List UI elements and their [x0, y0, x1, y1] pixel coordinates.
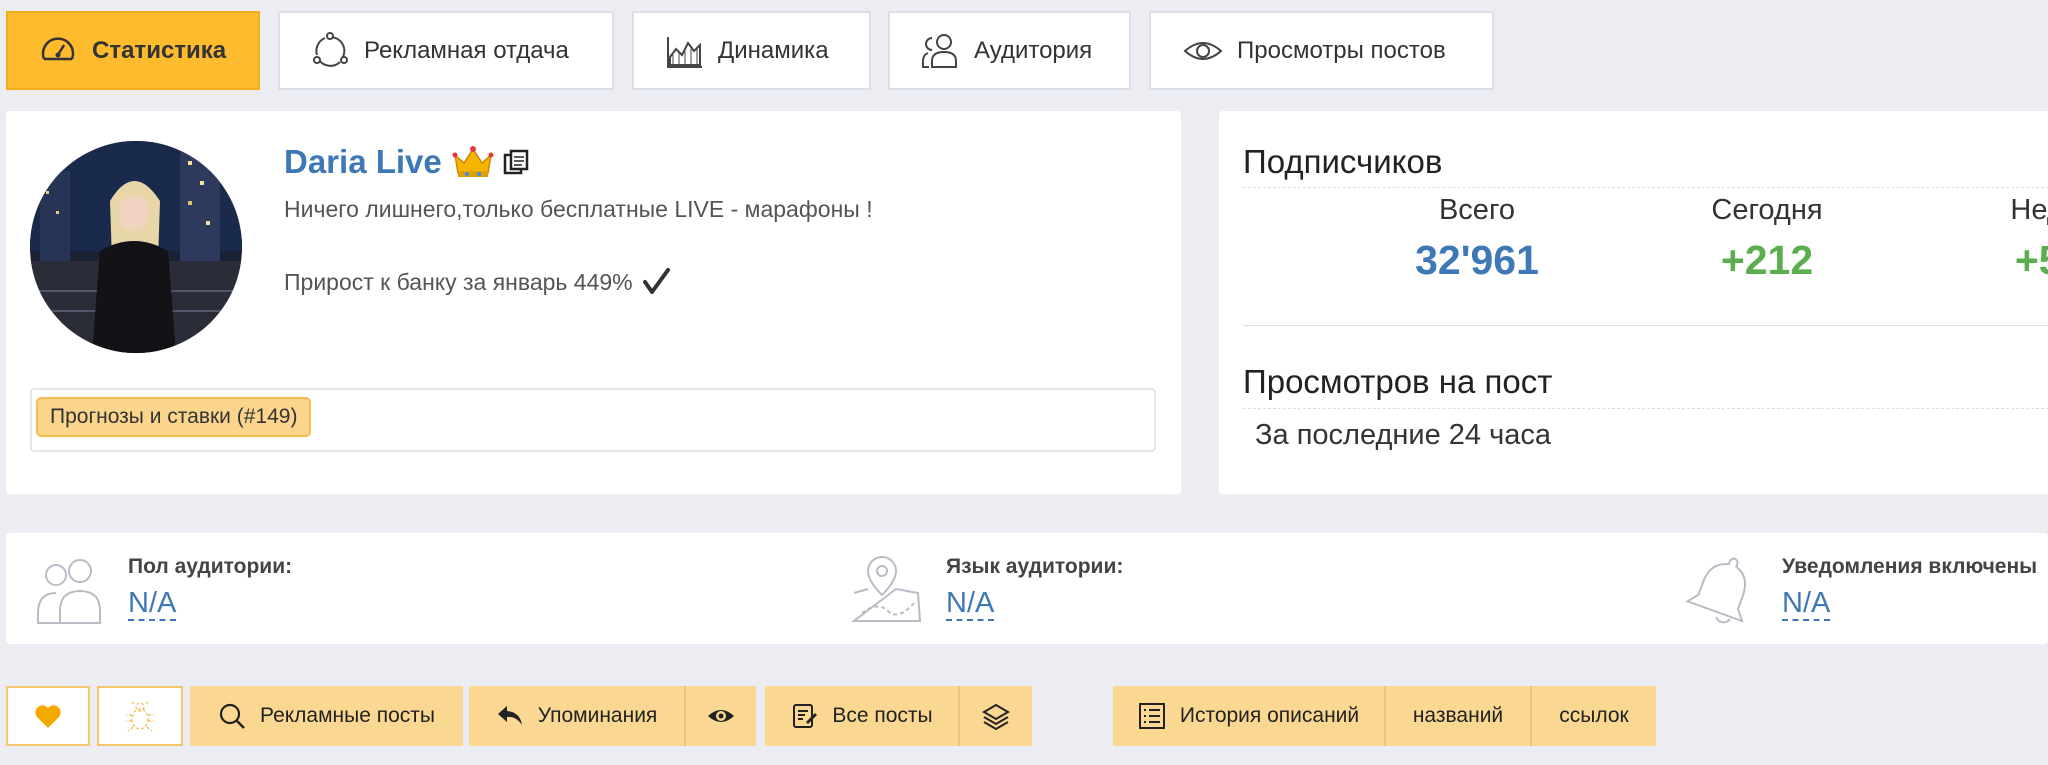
audience-language-label: Язык аудитории:: [946, 555, 1124, 578]
stat-value: +532: [2014, 237, 2048, 283]
description-line: Прирост к банку за январь 449%: [284, 269, 633, 295]
views-heading: Просмотров на пост: [1243, 363, 1553, 400]
description-history-button[interactable]: История описаний: [1113, 686, 1384, 746]
bug-report-button[interactable]: [97, 686, 183, 746]
description-line: Ничего лишнего,только бесплатные LIVE - …: [284, 196, 873, 222]
stat-today: Сегодня +212: [1657, 194, 1877, 284]
button-label: ссылок: [1559, 704, 1629, 727]
stat-label: Всего: [1438, 194, 1516, 226]
audience-gender: Пол аудитории: N/A: [30, 553, 292, 625]
crown-icon: [452, 145, 494, 179]
tab-dynamics[interactable]: Динамика: [632, 11, 871, 90]
audience-gender-value[interactable]: N/A: [128, 587, 177, 621]
all-posts-button[interactable]: Все посты: [765, 686, 958, 746]
ad-posts-button[interactable]: Рекламные посты: [190, 686, 463, 746]
audience-strip: Пол аудитории: N/A Язык аудитории: N/A У…: [6, 533, 2048, 644]
bell-icon: [1684, 553, 1762, 625]
audience-gender-label: Пол аудитории:: [128, 555, 293, 578]
subscribers-heading: Подписчиков: [1243, 143, 1443, 180]
tab-label: Динамика: [718, 36, 829, 64]
stat-label: Сегодня: [1711, 194, 1823, 226]
heart-icon: [35, 705, 61, 728]
audience-language-value[interactable]: N/A: [946, 587, 995, 621]
mentions-button[interactable]: Упоминания: [469, 686, 684, 746]
divider: [1243, 187, 2048, 188]
tab-label: Статистика: [92, 36, 227, 64]
divider: [1243, 408, 2048, 409]
stat-week: Неделя +532: [1951, 194, 2048, 284]
stat-total: Всего 32'961: [1367, 194, 1587, 284]
eye-icon: [1181, 29, 1225, 73]
category-box: Прогнозы и ставки (#149): [30, 388, 1156, 452]
favorite-button[interactable]: [6, 686, 90, 746]
audience-notifications-label: Уведомления включены: [1782, 555, 2038, 578]
tab-audience[interactable]: Аудитория: [888, 11, 1131, 90]
category-badge[interactable]: Прогнозы и ставки (#149): [36, 397, 312, 437]
views-period: За последние 24 часа: [1255, 419, 1551, 451]
cycle-icon: [308, 29, 352, 73]
tab-label: Аудитория: [974, 36, 1093, 64]
names-history-button[interactable]: названий: [1386, 686, 1530, 746]
channel-card: Daria Live Ничего лишнего,только бесплат…: [6, 111, 1181, 494]
eye-icon: [708, 710, 734, 722]
audience-notifications: Уведомления включены N/A: [1684, 553, 2037, 625]
tab-label: Просмотры постов: [1237, 36, 1446, 64]
audience-notifications-value[interactable]: N/A: [1782, 587, 1831, 621]
channel-description: Ничего лишнего,только бесплатные LIVE - …: [284, 191, 873, 300]
button-label: Все посты: [832, 704, 933, 727]
bug-icon: [126, 700, 154, 732]
users-icon: [918, 29, 962, 73]
search-icon: [218, 702, 246, 730]
channel-title: Daria Live: [284, 143, 530, 181]
divider: [1243, 325, 2048, 326]
speedometer-icon: [36, 29, 80, 73]
tab-label: Рекламная отдача: [364, 36, 569, 64]
tab-post-views[interactable]: Просмотры постов: [1149, 11, 1494, 90]
channel-name[interactable]: Daria Live: [284, 143, 442, 181]
reply-icon: [496, 702, 524, 730]
area-chart-icon: [662, 29, 706, 73]
copy-icon[interactable]: [502, 148, 530, 176]
users-icon: [30, 553, 108, 625]
list-icon: [1138, 702, 1166, 730]
stat-label: Неделя: [2010, 194, 2048, 226]
mentions-views-button[interactable]: [686, 686, 756, 746]
button-label: Рекламные посты: [259, 704, 436, 727]
button-label: Упоминания: [537, 704, 658, 727]
map-pin-icon: [848, 553, 926, 625]
tab-statistics[interactable]: Статистика: [6, 11, 260, 90]
all-posts-layers-button[interactable]: [960, 686, 1032, 746]
layers-icon: [982, 703, 1010, 730]
tab-ad-return[interactable]: Рекламная отдача: [278, 11, 614, 90]
subscribers-card: Подписчиков Всего 32'961 Сегодня +212 Не…: [1219, 111, 2048, 494]
links-history-button[interactable]: ссылок: [1532, 686, 1656, 746]
button-label: названий: [1412, 704, 1504, 727]
avatar[interactable]: [30, 141, 242, 353]
button-label: История описаний: [1179, 704, 1360, 727]
posts-icon: [790, 702, 818, 730]
stat-value: +212: [1720, 237, 1814, 283]
checkmark-icon: [641, 267, 671, 297]
stat-value: 32'961: [1415, 237, 1539, 283]
audience-language: Язык аудитории: N/A: [848, 553, 1123, 625]
